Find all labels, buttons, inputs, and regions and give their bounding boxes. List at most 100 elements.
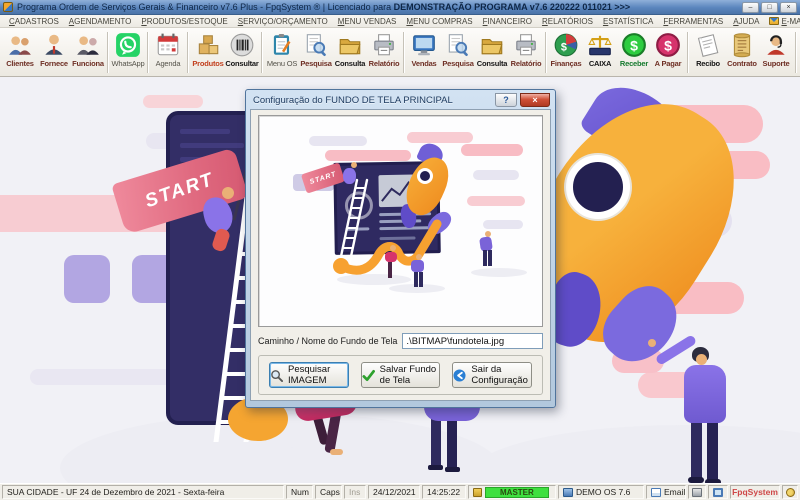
close-button[interactable]: × [780,2,797,13]
status-location: SUA CIDADE - UF 24 de Dezembro de 2021 -… [2,485,284,499]
menu-relatorios[interactable]: RELATÓRIOS [537,15,598,28]
toolbar-separator [147,32,149,73]
barcode-icon [229,32,255,58]
menubar: CADASTROS AGENDAMENTO PRODUTOS/ESTOQUE S… [0,15,800,28]
toolbar-relatorio-os[interactable]: Relatório [367,29,401,69]
status-brand: FpqSystem [730,485,780,499]
dialog-body: START [250,109,551,401]
toolbar-label: Recibo [696,59,720,68]
status-key [782,485,798,499]
menu-agendamento[interactable]: AGENDAMENTO [64,15,137,28]
window-controls: – □ × [742,2,797,13]
toolbar-consulta-os[interactable]: Consulta [333,29,367,69]
window-title: Programa Ordem de Serviços Gerais & Fina… [17,2,630,12]
magnifier-icon [270,369,283,382]
folder-icon [479,32,505,58]
toolbar-separator [107,32,109,73]
toolbar-label: WhatsApp [112,59,145,68]
menu-email[interactable]: E-MAIL [764,15,800,28]
toolbar-label: Finanças [551,59,582,68]
employees-icon [75,32,101,58]
status-printer[interactable] [688,485,706,499]
whatsapp-icon [115,32,141,58]
wallpaper-preview: START [258,115,543,327]
maximize-button[interactable]: □ [761,2,778,13]
toolbar-suporte[interactable]: Suporte [759,29,793,69]
toolbar-separator [261,32,263,73]
status-num: Num [286,485,313,499]
menu-produtos-estoque[interactable]: PRODUTOS/ESTOQUE [136,15,232,28]
menu-servico-orcamento[interactable]: SERVIÇO/ORÇAMENTO [233,15,333,28]
toolbar-whatsapp[interactable]: WhatsApp [111,29,145,69]
printer-icon [371,32,397,58]
toolbar-label: CAIXA [589,59,611,68]
climber-head [222,187,234,199]
clipboard-icon [269,32,295,58]
menu-financeiro[interactable]: FINANCEIRO [478,15,537,28]
menu-vendas[interactable]: MENU VENDAS [333,15,402,28]
toolbar-recibo[interactable]: Recibo [691,29,725,69]
toolbar-funciona[interactable]: Funciona [71,29,105,69]
monitor-icon [713,488,723,497]
exit-config-button[interactable]: Sair da Configuração [452,362,532,388]
minimize-button[interactable]: – [742,2,759,13]
toolbar-consultar[interactable]: Consultar [225,29,259,69]
toolbar-separator [403,32,405,73]
config-dialog: Configuração do FUNDO DE TELA PRINCIPAL … [245,89,556,408]
svg-text:$: $ [664,37,672,53]
path-input[interactable] [402,333,543,349]
dialog-titlebar[interactable]: Configuração do FUNDO DE TELA PRINCIPAL … [250,90,551,109]
pie-dollar-icon: $ [553,32,579,58]
toolbar-clientes[interactable]: Clientes [3,29,37,69]
toolbar-financas[interactable]: $ Finanças [549,29,583,69]
toolbar-contrato[interactable]: Contrato [725,29,759,69]
menu-ajuda[interactable]: AJUDA [728,15,764,28]
toolbar-caixa[interactable]: CAIXA [583,29,617,69]
toolbar-vendas[interactable]: Vendas [407,29,441,69]
check-icon [362,369,375,382]
toolbar-pesquisa-vendas[interactable]: Pesquisa [441,29,475,69]
app-icon [3,2,13,12]
pc-icon [563,488,573,497]
search-image-button[interactable]: Pesquisar IMAGEM [269,362,349,388]
status-caps: Caps [315,485,342,499]
status-monitor[interactable] [708,485,728,499]
search-doc-icon [303,32,329,58]
path-label: Caminho / Nome do Fundo de Tela [258,336,397,346]
toolbar-menu-os[interactable]: Menu OS [265,29,299,69]
status-ins: Ins [344,485,366,499]
people-icon [7,32,33,58]
menu-cadastros[interactable]: CADASTROS [4,15,64,28]
dialog-title: Configuração do FUNDO DE TELA PRINCIPAL [253,95,492,106]
toolbar-agenda[interactable]: Agenda [151,29,185,69]
rocket-window [566,155,630,219]
statusbar: SUA CIDADE - UF 24 de Dezembro de 2021 -… [0,483,800,500]
dialog-close-button[interactable]: × [520,93,550,107]
toolbar-label: Receber [620,59,648,68]
toolbar: Clientes Fornece Funciona WhatsApp Agend… [0,28,800,77]
toolbar-label: Contrato [727,59,757,68]
support-headset-icon [763,32,789,58]
toolbar-receber[interactable]: $ Receber [617,29,651,69]
status-email[interactable]: Email [646,485,686,499]
cash-scale-icon [587,32,613,58]
toolbar-fornece[interactable]: Fornece [37,29,71,69]
svg-text:$: $ [630,37,638,53]
save-wallpaper-button[interactable]: Salvar Fundo de Tela [361,362,441,388]
menu-estatistica[interactable]: ESTATÍSTICA [598,15,658,28]
toolbar-label: Agenda [156,59,181,68]
email-book-icon [651,488,661,497]
toolbar-relatorio-vendas[interactable]: Relatório [509,29,543,69]
toolbar-label: Suporte [763,59,790,68]
toolbar-pesquisa-os[interactable]: Pesquisa [299,29,333,69]
dialog-help-button[interactable]: ? [495,93,517,107]
menu-compras[interactable]: MENU COMPRAS [401,15,477,28]
dollar-green-icon: $ [621,32,647,58]
toolbar-consulta-vendas[interactable]: Consulta [475,29,509,69]
menu-ferramentas[interactable]: FERRAMENTAS [658,15,728,28]
toolbar-produtos[interactable]: Produtos [191,29,225,69]
monitor-icon [411,32,437,58]
toolbar-label: Clientes [6,59,34,68]
toolbar-a-pagar[interactable]: $ A Pagar [651,29,685,69]
exit-arrow-icon [453,369,466,382]
